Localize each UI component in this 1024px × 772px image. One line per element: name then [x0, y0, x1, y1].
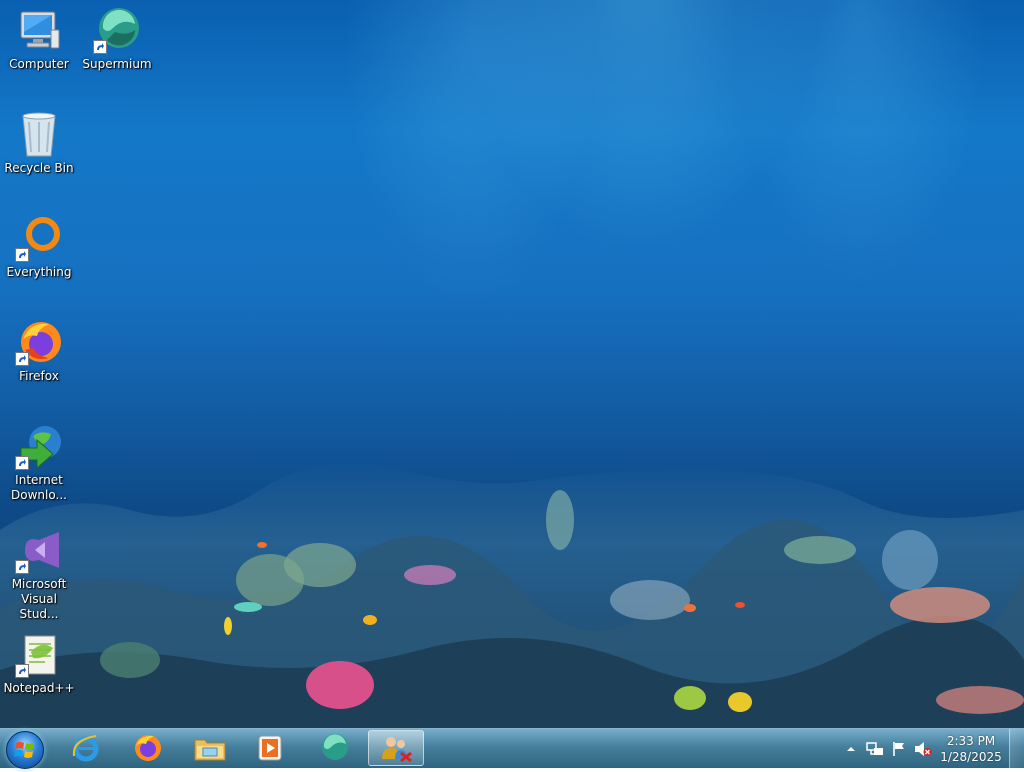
- desktop-icon-label: Computer: [9, 57, 69, 71]
- volume-muted-icon: [915, 742, 932, 756]
- taskbar-network-connections[interactable]: [368, 730, 424, 766]
- desktop-icon-label: Internet Downlo...: [11, 473, 67, 502]
- wallpaper-coral-reef: [0, 463, 1024, 728]
- network-connections-icon: [382, 737, 412, 763]
- internet-explorer-icon: [72, 735, 99, 762]
- tray-action-center[interactable]: [888, 729, 910, 769]
- taskbar-supermium[interactable]: [306, 730, 362, 766]
- desktop-icon-label: Everything: [6, 265, 72, 279]
- taskbar-media-player[interactable]: [242, 730, 298, 766]
- desktop-icon-everything[interactable]: Everything: [1, 214, 77, 280]
- desktop-icon-label: Microsoft Visual Stud...: [11, 577, 67, 621]
- desktop-icon-label: Notepad++: [3, 681, 75, 695]
- desktop-icon-recycle-bin[interactable]: Recycle Bin: [1, 110, 77, 176]
- desktop-icon-computer[interactable]: Computer: [1, 6, 77, 72]
- desktop-icon-notepad-plus-plus[interactable]: Notepad++: [1, 630, 77, 696]
- desktop-icon-label: Recycle Bin: [4, 161, 74, 175]
- clock-date: 1/28/2025: [940, 750, 1002, 764]
- shortcut-arrow-icon: [15, 456, 29, 470]
- desktop-icon-label: Supermium: [82, 57, 152, 71]
- shortcut-arrow-icon: [15, 352, 29, 366]
- recycle-bin-icon: [22, 112, 56, 157]
- action-center-flag-icon: [893, 742, 904, 756]
- taskbar-internet-explorer[interactable]: [58, 730, 114, 766]
- show-hidden-icons-icon: [847, 747, 855, 751]
- network-icon: [866, 742, 883, 755]
- clock-time: 2:33 PM: [946, 734, 996, 748]
- windows-start-icon: [14, 742, 34, 758]
- show-hidden-icons-button[interactable]: [844, 729, 858, 769]
- desktop-icon-firefox[interactable]: Firefox: [1, 318, 77, 384]
- file-explorer-icon: [194, 739, 226, 761]
- desktop-icon-supermium[interactable]: Supermium: [79, 6, 155, 72]
- desktop-icon-visual-studio[interactable]: Microsoft Visual Stud...: [1, 526, 77, 622]
- desktop-icon-label: Firefox: [19, 369, 59, 383]
- taskbar-clock[interactable]: 2:33 PM 1/28/2025: [940, 733, 1002, 765]
- desktop-icon-internet-download-manager[interactable]: Internet Downlo...: [1, 422, 77, 503]
- shortcut-arrow-icon: [15, 664, 29, 678]
- shortcut-arrow-icon: [15, 248, 29, 262]
- show-desktop-button[interactable]: [1009, 729, 1024, 769]
- firefox-icon: [135, 735, 161, 761]
- computer-icon: [20, 11, 60, 49]
- shortcut-arrow-icon: [15, 560, 29, 574]
- desktop[interactable]: Computer Supermium Recycle Bin Everythin…: [0, 0, 1024, 728]
- supermium-icon: [322, 734, 348, 760]
- tray-network[interactable]: [864, 729, 886, 769]
- media-player-icon: [258, 735, 282, 761]
- taskbar-file-explorer[interactable]: [182, 730, 238, 766]
- taskbar-firefox[interactable]: [120, 730, 176, 766]
- tray-volume[interactable]: [912, 729, 934, 769]
- shortcut-arrow-icon: [93, 40, 107, 54]
- start-button[interactable]: [6, 731, 44, 769]
- taskbar: 2:33 PM 1/28/2025: [0, 728, 1024, 769]
